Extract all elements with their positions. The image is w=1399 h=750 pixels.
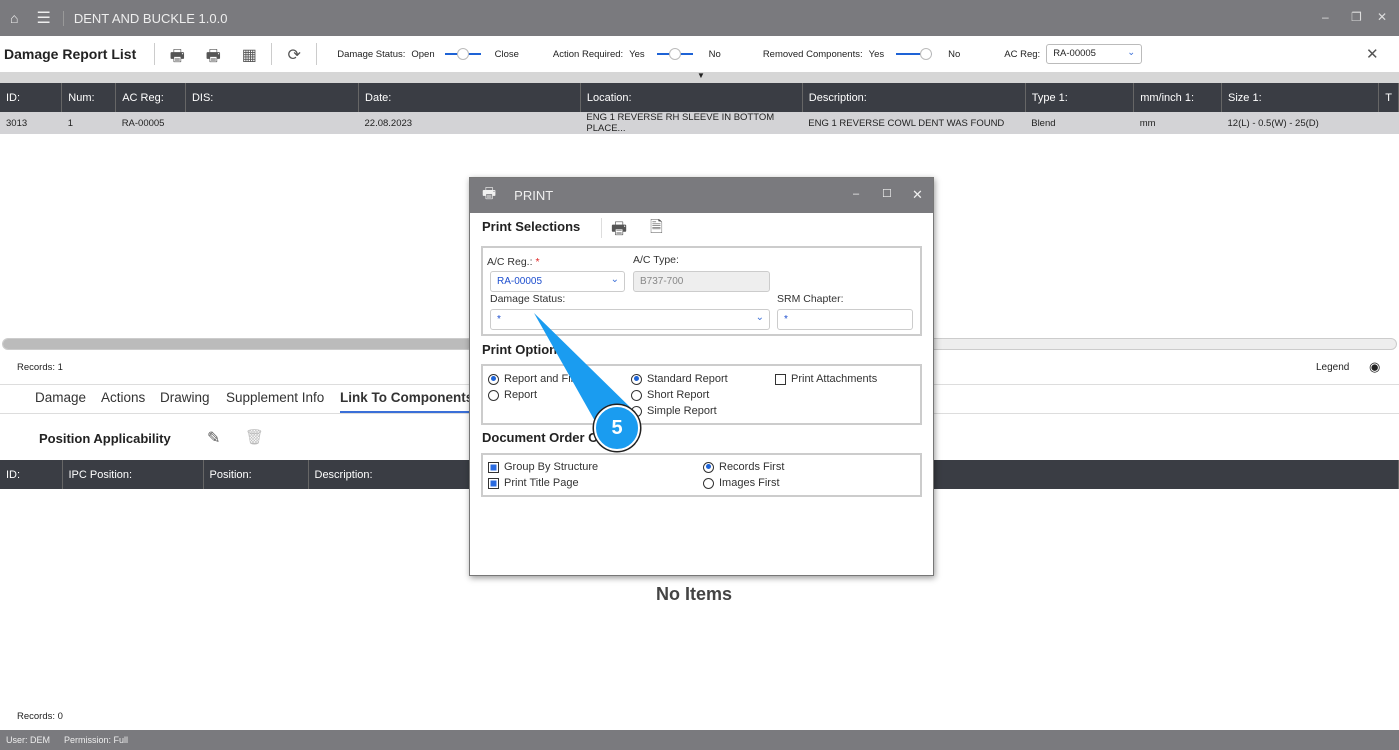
callout-pointer: [534, 313, 635, 430]
callout-number: 5: [611, 416, 623, 439]
callout-badge: 5: [594, 405, 640, 451]
